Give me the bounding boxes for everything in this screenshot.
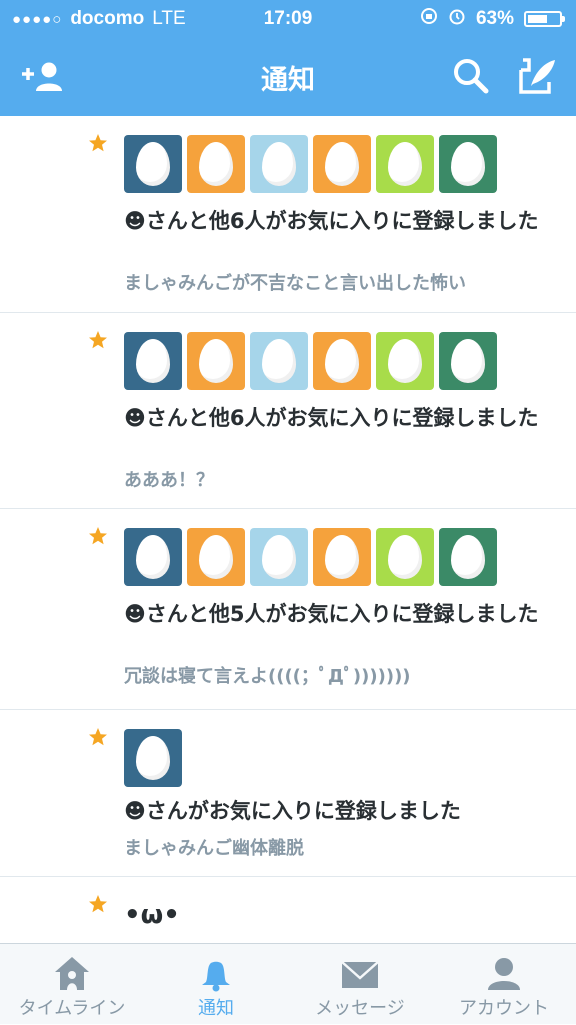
notification-item[interactable]: ☻さんと他6人がお気に入りに登録しました あああ！？ <box>0 313 576 509</box>
tab-notifications[interactable]: 通知 <box>144 944 288 1025</box>
egg-icon <box>451 142 485 186</box>
egg-avatar[interactable] <box>187 332 245 390</box>
egg-icon <box>262 535 296 579</box>
egg-avatar[interactable] <box>250 332 308 390</box>
rotation-lock-icon <box>420 7 438 31</box>
egg-avatar[interactable] <box>376 528 434 586</box>
egg-avatar[interactable] <box>313 528 371 586</box>
notification-text: ☻さんと他6人がお気に入りに登録しました <box>124 209 539 233</box>
tab-account[interactable]: アカウント <box>432 944 576 1025</box>
tweet-snippet: ましゃみんごが不吉なこと言い出した怖い <box>124 273 466 294</box>
star-icon <box>89 527 107 545</box>
egg-icon <box>136 736 170 780</box>
avatar-row <box>124 528 497 586</box>
egg-avatar[interactable] <box>313 135 371 193</box>
egg-avatar[interactable] <box>124 528 182 586</box>
star-icon <box>89 331 107 349</box>
egg-icon <box>136 339 170 383</box>
egg-avatar[interactable] <box>124 729 182 787</box>
star-icon <box>89 895 107 913</box>
notification-item[interactable]: ☻さんと他6人がお気に入りに登録しました ましゃみんごが不吉なこと言い出した怖い <box>0 116 576 313</box>
egg-avatar[interactable] <box>313 332 371 390</box>
egg-icon <box>199 339 233 383</box>
egg-icon <box>325 142 359 186</box>
egg-icon <box>388 339 422 383</box>
egg-icon <box>325 339 359 383</box>
notification-item[interactable]: •ω• <box>0 877 576 943</box>
egg-icon <box>451 535 485 579</box>
notification-item[interactable]: ☻さんがお気に入りに登録しました ましゃみんご幽体離脱 <box>0 710 576 877</box>
compose-icon <box>517 56 557 100</box>
tweet-snippet: ましゃみんご幽体離脱 <box>124 838 304 859</box>
egg-icon <box>262 142 296 186</box>
tweet-snippet: あああ！？ <box>124 470 214 491</box>
avatar-row <box>124 135 497 193</box>
egg-icon <box>262 339 296 383</box>
egg-icon <box>451 339 485 383</box>
egg-avatar[interactable] <box>187 528 245 586</box>
notification-item[interactable]: ☻さんと他5人がお気に入りに登録しました 冗談は寝て言えよ((((；ﾟДﾟ)))… <box>0 509 576 710</box>
battery-icon <box>524 11 565 27</box>
egg-avatar[interactable] <box>124 332 182 390</box>
status-bar: ●●●●○ docomo LTE 17:09 63% <box>0 0 576 38</box>
egg-avatar[interactable] <box>376 332 434 390</box>
battery-percent: 63% <box>475 8 514 29</box>
tab-label: タイムライン <box>18 998 126 1019</box>
egg-icon <box>136 142 170 186</box>
navigation-bar: 通知 <box>0 38 576 116</box>
egg-avatar[interactable] <box>439 528 497 586</box>
egg-icon <box>388 142 422 186</box>
status-right: 63% <box>420 7 565 31</box>
egg-icon <box>199 535 233 579</box>
notification-text: •ω• <box>124 900 180 930</box>
tab-label: メッセージ <box>315 998 405 1019</box>
alarm-icon <box>448 7 466 31</box>
egg-avatar[interactable] <box>250 528 308 586</box>
search-icon <box>451 56 491 100</box>
envelope-icon <box>288 954 432 994</box>
search-button[interactable] <box>446 56 496 100</box>
egg-avatar[interactable] <box>124 135 182 193</box>
tweet-snippet: 冗談は寝て言えよ((((；ﾟДﾟ))))))) <box>124 666 411 687</box>
battery-fill <box>528 15 547 23</box>
egg-avatar[interactable] <box>439 135 497 193</box>
compose-button[interactable] <box>512 56 562 100</box>
egg-icon <box>388 535 422 579</box>
tab-messages[interactable]: メッセージ <box>288 944 432 1025</box>
avatar-row <box>124 729 182 787</box>
home-icon <box>0 954 144 994</box>
egg-avatar[interactable] <box>376 135 434 193</box>
bell-icon <box>144 954 288 994</box>
star-icon <box>89 728 107 746</box>
tab-label: アカウント <box>459 998 549 1019</box>
star-icon <box>89 134 107 152</box>
egg-icon <box>199 142 233 186</box>
person-icon <box>432 954 576 994</box>
avatar-row <box>124 332 497 390</box>
egg-avatar[interactable] <box>439 332 497 390</box>
egg-icon <box>325 535 359 579</box>
tab-timeline[interactable]: タイムライン <box>0 944 144 1025</box>
egg-avatar[interactable] <box>187 135 245 193</box>
egg-avatar[interactable] <box>250 135 308 193</box>
tab-label: 通知 <box>198 998 234 1019</box>
notification-text: ☻さんと他5人がお気に入りに登録しました <box>124 602 539 626</box>
tab-bar: タイムライン 通知 メッセージ アカウント <box>0 943 576 1024</box>
notification-text: ☻さんがお気に入りに登録しました <box>124 799 461 823</box>
notification-text: ☻さんと他6人がお気に入りに登録しました <box>124 406 539 430</box>
egg-icon <box>136 535 170 579</box>
